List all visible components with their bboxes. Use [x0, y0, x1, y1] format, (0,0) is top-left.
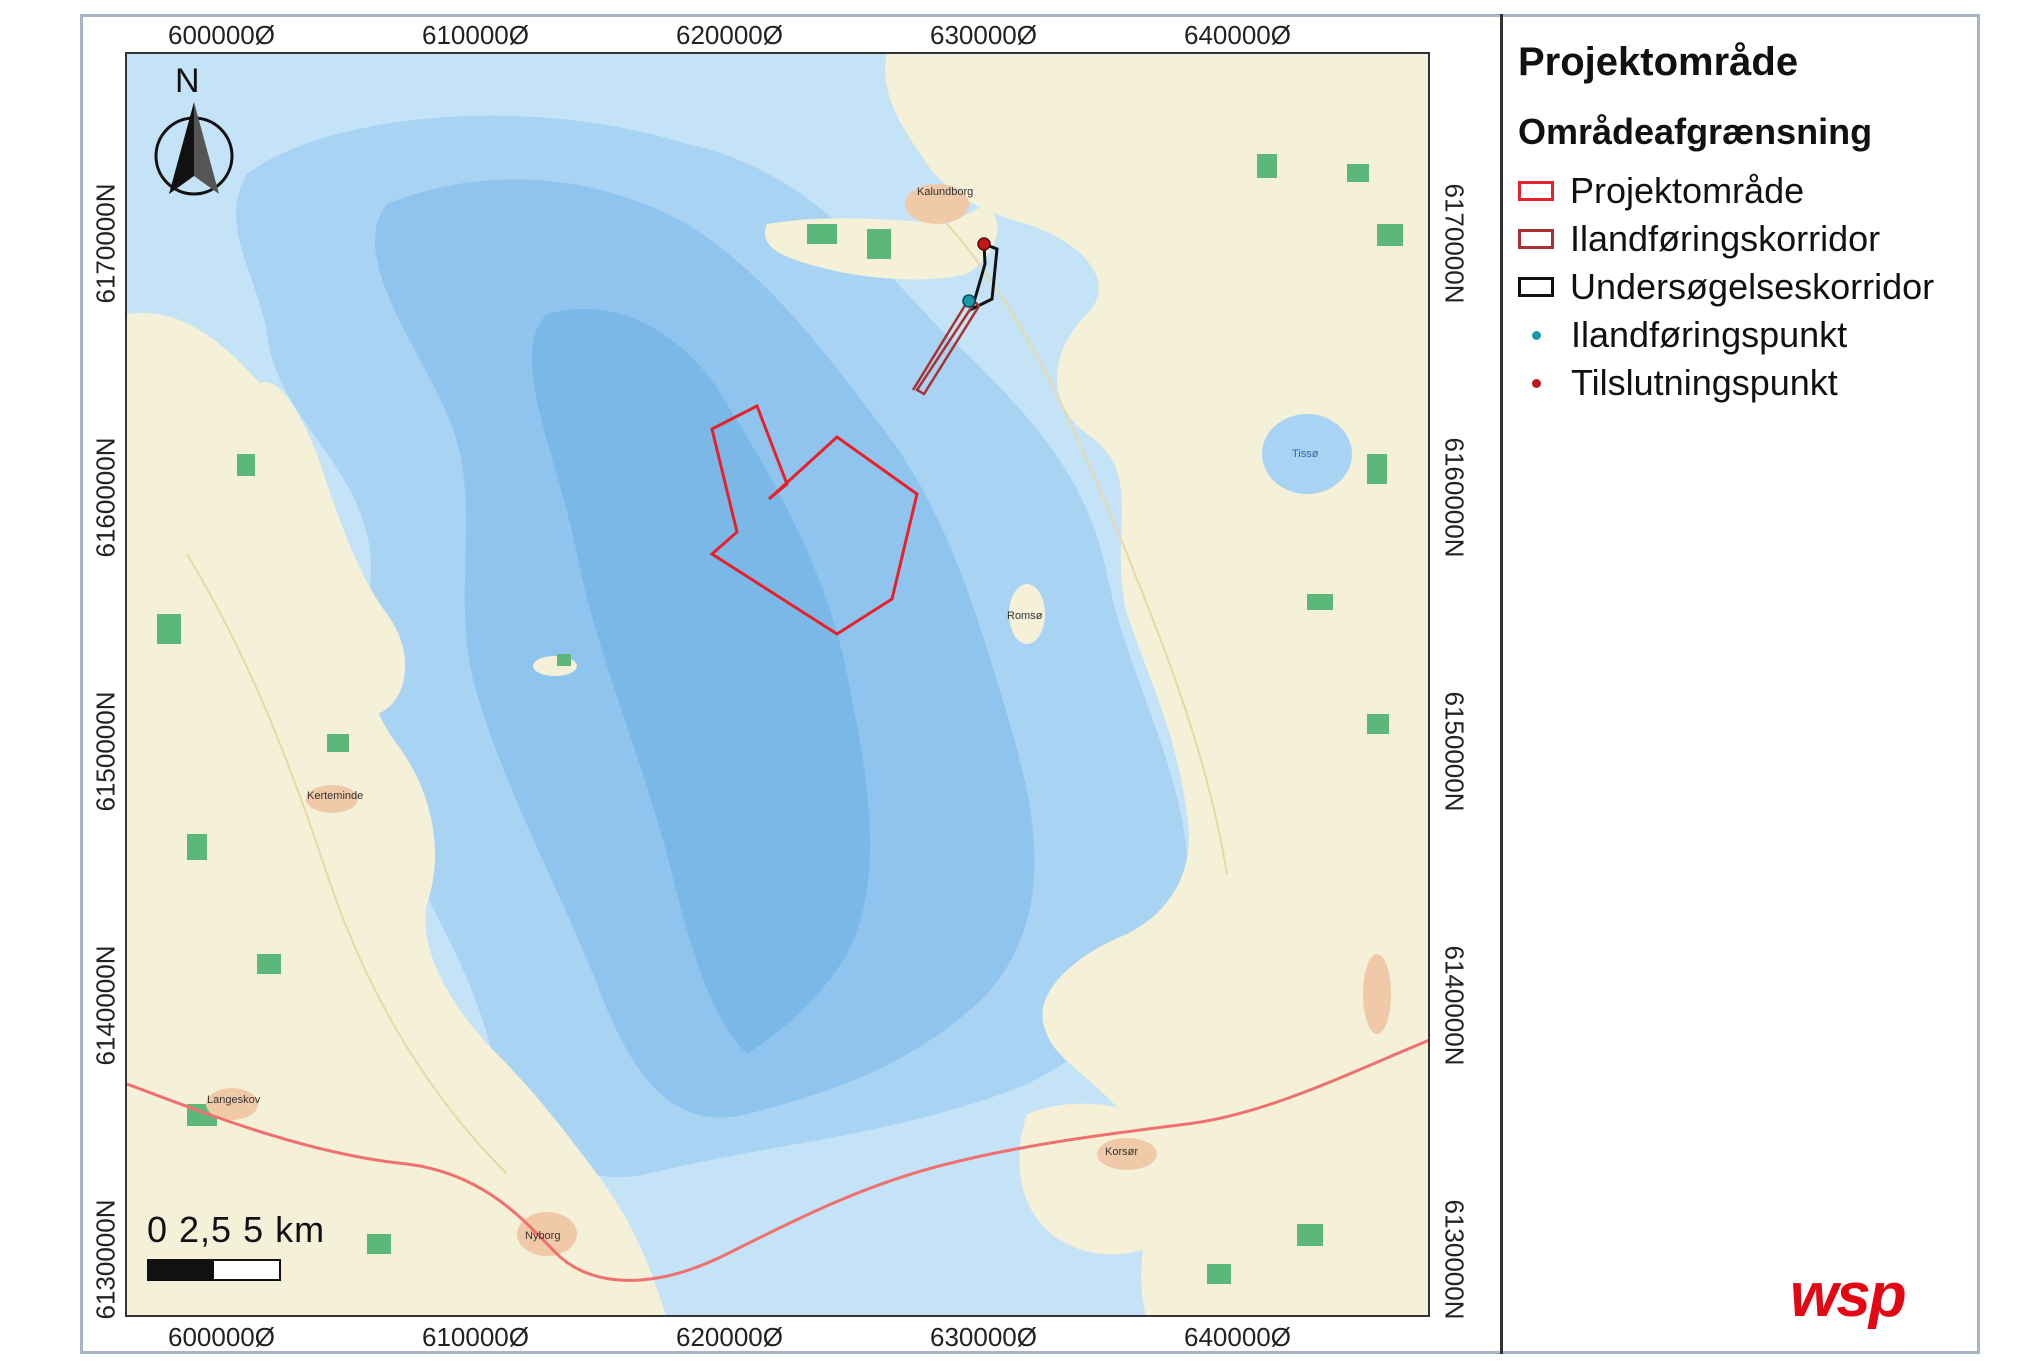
place-label-kalundborg: Kalundborg	[917, 186, 974, 198]
x-tick-bottom-1: 600000Ø	[168, 1322, 275, 1352]
y-tick-right-3: 6150000N	[1439, 691, 1470, 812]
legend-item-landfall-corridor: Ilandføringskorridor	[1518, 215, 1978, 263]
forest-patch	[1257, 154, 1277, 178]
legend-item-label: Undersøgelseskorridor	[1570, 266, 1935, 307]
place-label-tisso: Tissø	[1292, 448, 1319, 460]
forest-patch	[1297, 1224, 1323, 1246]
forest-patch	[257, 954, 281, 974]
forest-patch	[557, 654, 571, 666]
x-tick-top-3: 620000Ø	[676, 20, 783, 50]
scale-label: 0 2,5 5 km	[147, 1209, 326, 1250]
y-tick-right-1: 6170000N	[1439, 183, 1470, 304]
legend-item-label: Ilandføringskorridor	[1570, 218, 1881, 259]
y-tick-right-2: 6160000N	[1439, 437, 1470, 558]
x-tick-top-4: 630000Ø	[930, 20, 1037, 50]
forest-patch	[807, 224, 837, 244]
legend-title: Projektområde	[1518, 40, 1799, 84]
place-label-nyborg: Nyborg	[525, 1230, 561, 1242]
legend-item-survey-corridor: Undersøgelseskorridor	[1518, 263, 1978, 311]
landfall-point	[962, 294, 976, 308]
legend-item-landfall-point: Ilandføringspunkt	[1518, 311, 1978, 359]
x-tick-top-2: 610000Ø	[422, 20, 529, 50]
forest-patch	[157, 614, 181, 644]
forest-patch	[1307, 594, 1333, 610]
legend-item-project-area: Projektområde	[1518, 167, 1978, 215]
forest-patch	[1347, 164, 1369, 182]
x-tick-top-5: 640000Ø	[1184, 20, 1291, 50]
survey-corridor-swatch-icon	[1518, 277, 1554, 297]
scale-segment-white	[214, 1261, 279, 1279]
y-tick-right-4: 6140000N	[1439, 945, 1470, 1066]
x-tick-bottom-2: 610000Ø	[422, 1322, 529, 1352]
place-label-romso: Romsø	[1007, 610, 1043, 622]
place-label-langeskov: Langeskov	[207, 1094, 261, 1106]
y-tick-left-5: 6130000N	[90, 1199, 121, 1320]
forest-patch	[1367, 714, 1389, 734]
forest-patch	[1207, 1264, 1231, 1284]
forest-patch	[867, 229, 891, 259]
forest-patch	[1377, 224, 1403, 246]
legend-item-label: Projektområde	[1570, 170, 1805, 211]
forest-patch	[1367, 454, 1387, 484]
connection-point-dot-icon	[1532, 378, 1541, 388]
legend-item-label: Ilandføringspunkt	[1571, 314, 1848, 355]
basemap	[127, 54, 1428, 1315]
legend-divider	[1500, 14, 1503, 1354]
forest-patch	[327, 734, 349, 752]
forest-patch	[237, 454, 255, 476]
forest-patch	[367, 1234, 391, 1254]
map-canvas[interactable]: Kalundborg Tissø Nyborg Korsør Kertemind…	[125, 52, 1430, 1317]
place-label-kerteminde: Kerteminde	[307, 790, 364, 802]
x-tick-bottom-4: 630000Ø	[930, 1322, 1037, 1352]
x-tick-bottom-3: 620000Ø	[676, 1322, 783, 1352]
urban-slagelse	[1363, 954, 1391, 1034]
x-tick-bottom-5: 640000Ø	[1184, 1322, 1291, 1352]
forest-patch	[187, 834, 207, 860]
landfall-point-dot-icon	[1532, 330, 1541, 340]
connection-point	[977, 237, 991, 251]
scale-segment-black	[149, 1261, 214, 1279]
legend-item-label: Tilslutningspunkt	[1571, 362, 1838, 403]
y-tick-right-5: 6130000N	[1439, 1199, 1470, 1320]
wsp-logo: wsp	[1790, 1261, 1907, 1330]
y-tick-left-2: 6160000N	[90, 437, 121, 558]
legend-subtitle: Områdeafgrænsning	[1518, 111, 1873, 152]
y-tick-left-3: 6150000N	[90, 691, 121, 812]
place-label-korsor: Korsør	[1105, 1146, 1138, 1158]
y-tick-left-4: 6140000N	[90, 945, 121, 1066]
legend-panel: Projektområde Områdeafgrænsning Projekto…	[1518, 40, 1978, 407]
scale-bar: 0 2,5 5 km	[147, 1209, 325, 1281]
x-tick-top-1: 600000Ø	[168, 20, 275, 50]
project-area-swatch-icon	[1518, 181, 1554, 201]
scale-graphic	[147, 1259, 281, 1281]
landfall-corridor-swatch-icon	[1518, 229, 1554, 249]
y-tick-left-1: 6170000N	[90, 183, 121, 304]
north-arrow-icon	[154, 102, 234, 196]
legend-item-connection-point: Tilslutningspunkt	[1518, 359, 1978, 407]
